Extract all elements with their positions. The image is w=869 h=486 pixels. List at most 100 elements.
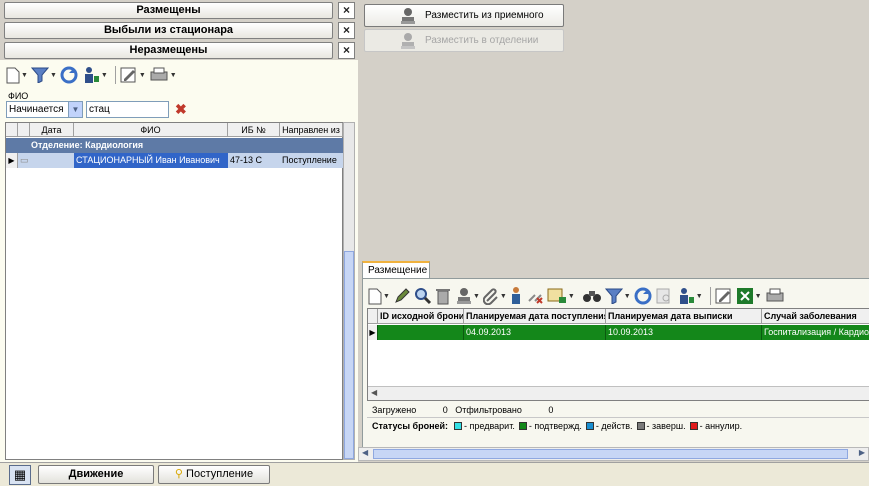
dropdown-arrow-icon[interactable]: ▼ [101, 72, 108, 79]
user-icon[interactable] [82, 64, 100, 86]
dropdown-arrow-icon[interactable]: ▼ [624, 293, 631, 300]
cell-from[interactable]: Поступление [282, 153, 343, 168]
placement-toolbar: ▼ ▼ ▼ ▼ ▼ ▼ ▼ [368, 285, 785, 307]
user-stamp-icon [399, 32, 417, 50]
excel-icon[interactable] [736, 285, 754, 307]
filter-condition-select[interactable]: Начинается ▼ [6, 101, 83, 118]
paperclip-icon[interactable] [482, 285, 499, 307]
group-row[interactable]: Отделение: Кардиология [6, 138, 343, 153]
section-placed-button[interactable]: Размещены [4, 2, 333, 19]
horizontal-scrollbar[interactable]: ◀ [368, 386, 869, 400]
filter-field-label: ФИО [8, 91, 29, 101]
toolbar-divider [114, 66, 116, 84]
new-document-icon[interactable] [6, 64, 20, 86]
scrollbar-thumb[interactable] [344, 251, 354, 459]
patients-table: Дата ФИО ИБ № Направлен из Отделение: Ка… [5, 122, 343, 460]
admission-button[interactable]: ⚲ Поступление [158, 465, 270, 484]
preview-icon[interactable] [655, 285, 673, 307]
close-icon[interactable]: × [338, 22, 355, 39]
main-horizontal-scrollbar[interactable]: ◀ ▶ [358, 447, 869, 461]
status-legend: Статусы броней: - предварит. - подтвержд… [372, 421, 742, 431]
refresh-icon[interactable] [60, 64, 78, 86]
scrollbar-thumb[interactable] [373, 449, 848, 459]
cell-planned-out[interactable]: 10.09.2013 [606, 325, 762, 340]
bottom-bar: ▦ Движение ⚲ Поступление [0, 462, 869, 486]
column-header-date[interactable]: Дата [30, 123, 74, 137]
document-list-icon[interactable] [547, 285, 567, 307]
user-stamp-icon[interactable] [456, 285, 472, 307]
search-icon: ⚲ [174, 468, 183, 480]
column-header-fio[interactable]: ФИО [74, 123, 228, 137]
trash-icon[interactable] [435, 285, 451, 307]
filter-condition-value: Начинается [9, 104, 64, 115]
column-header-case[interactable]: Случай заболевания [762, 309, 869, 324]
place-from-reception-button[interactable]: Разместить из приемного [364, 4, 564, 27]
print-icon[interactable] [765, 285, 785, 307]
filter-value-input[interactable]: стац [86, 101, 169, 118]
user-icon[interactable] [677, 285, 695, 307]
section-unplaced-button[interactable]: Неразмещены [4, 42, 333, 59]
search-icon[interactable] [414, 285, 432, 307]
column-header-booking-id[interactable]: ID исходной брони [378, 309, 464, 324]
section-discharged-button[interactable]: Выбыли из стационара [4, 22, 333, 39]
toolbar-divider [709, 287, 711, 305]
dropdown-arrow-icon[interactable]: ▼ [755, 293, 762, 300]
legend-swatch-confirmed [518, 422, 527, 430]
cell-booking-id[interactable] [378, 325, 464, 340]
cell-case[interactable]: Госпитализация / Кардиология [762, 325, 869, 340]
person-icon[interactable] [510, 285, 522, 307]
vertical-scrollbar[interactable] [343, 122, 355, 460]
edit-icon[interactable] [120, 64, 138, 86]
user-stamp-icon [399, 7, 417, 25]
dropdown-arrow-icon[interactable]: ▼ [50, 72, 57, 79]
dropdown-arrow-icon[interactable]: ▼ [696, 293, 703, 300]
column-header-planned-in[interactable]: Планируемая дата поступления [464, 309, 606, 324]
current-row-icon: ▶ [6, 153, 18, 168]
column-header-planned-out[interactable]: Планируемая дата выписки [606, 309, 762, 324]
cell-ib[interactable]: 47-13 С [230, 153, 280, 168]
legend-swatch-active [585, 422, 594, 430]
loaded-label: Загружено [372, 405, 417, 415]
close-icon[interactable]: × [338, 2, 355, 19]
edit-icon[interactable] [715, 285, 733, 307]
print-icon[interactable] [149, 64, 169, 86]
place-in-department-button[interactable]: Разместить в отделении [364, 29, 564, 52]
left-toolbar: ▼ ▼ ▼ ▼ ▼ [6, 63, 180, 87]
dropdown-arrow-icon[interactable]: ▼ [139, 72, 146, 79]
dropdown-arrow-icon[interactable]: ▼ [568, 293, 575, 300]
chevron-down-icon[interactable]: ▼ [68, 102, 82, 117]
cell-planned-in[interactable]: 04.09.2013 [464, 325, 606, 340]
dropdown-arrow-icon[interactable]: ▼ [21, 72, 28, 79]
scroll-right-icon[interactable]: ▶ [859, 448, 865, 457]
checkbox-header [18, 123, 30, 137]
dropdown-arrow-icon[interactable]: ▼ [170, 72, 177, 79]
legend-label: - заверш. [646, 421, 686, 431]
table-row[interactable]: ▶ ▭ СТАЦИОНАРНЫЙ Иван Иванович 47-13 С П… [6, 153, 343, 168]
filter-icon[interactable] [30, 64, 49, 86]
table-header: Дата ФИО ИБ № Направлен из [6, 123, 343, 137]
filter-icon[interactable] [604, 285, 623, 307]
movement-button[interactable]: Движение [38, 465, 154, 484]
dropdown-arrow-icon[interactable]: ▼ [473, 293, 480, 300]
clear-filter-icon[interactable]: ✖ [175, 102, 187, 116]
dropdown-arrow-icon[interactable]: ▼ [383, 293, 390, 300]
row-checkbox-icon[interactable]: ▭ [20, 153, 28, 168]
cell-fio[interactable]: СТАЦИОНАРНЫЙ Иван Иванович [74, 153, 228, 168]
column-header-ib[interactable]: ИБ № [228, 123, 280, 137]
table-row[interactable]: ▶ 04.09.2013 10.09.2013 Госпитализация /… [368, 325, 869, 340]
dropdown-arrow-icon[interactable]: ▼ [500, 293, 507, 300]
placement-panel: ▼ ▼ ▼ ▼ ▼ ▼ ▼ ID исходной брони Планируе… [362, 278, 869, 458]
column-header-from[interactable]: Направлен из [280, 123, 343, 137]
pencil-icon[interactable] [393, 285, 411, 307]
filtered-label: Отфильтровано [455, 405, 522, 415]
scroll-left-icon[interactable]: ◀ [371, 388, 377, 397]
row-indicator-header [6, 123, 18, 137]
refresh-icon[interactable] [634, 285, 652, 307]
binoculars-icon[interactable] [582, 285, 602, 307]
new-document-icon[interactable] [368, 285, 382, 307]
unlink-icon[interactable] [526, 285, 544, 307]
scroll-left-icon[interactable]: ◀ [362, 448, 368, 457]
close-icon[interactable]: × [338, 42, 355, 59]
tab-placement[interactable]: Размещение [362, 261, 430, 279]
scheduler-icon[interactable]: ▦ [9, 465, 31, 485]
